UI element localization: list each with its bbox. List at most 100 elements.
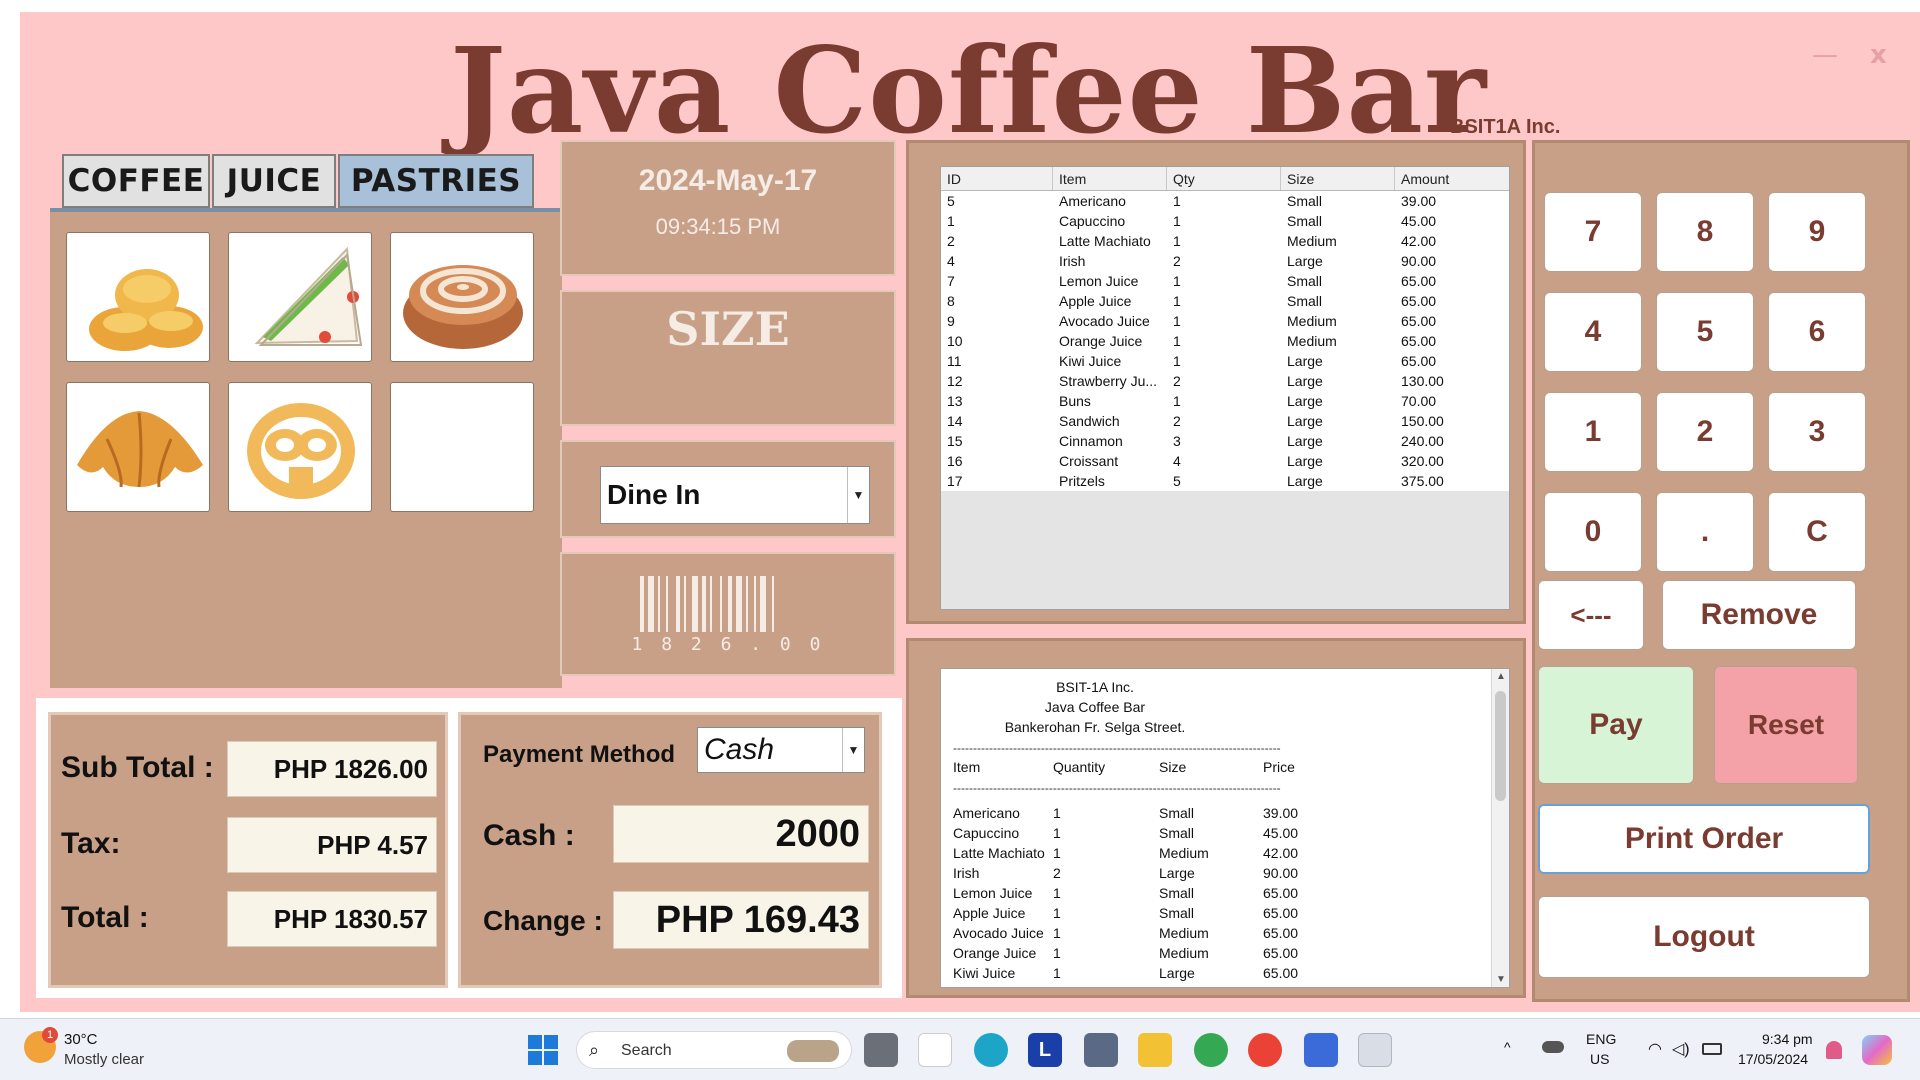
cell-qty: 5 — [1173, 473, 1181, 489]
cinnamon-roll-item[interactable] — [390, 232, 534, 362]
keypad-key-c[interactable]: C — [1768, 492, 1866, 572]
tab-coffee[interactable]: COFFEE — [62, 154, 210, 208]
cell-amount: 375.00 — [1401, 473, 1444, 489]
receipt-header-price: Price — [1263, 759, 1295, 775]
wifi-icon[interactable]: ◠ — [1648, 1039, 1662, 1059]
receipt-scrollbar[interactable]: ▲ ▼ — [1491, 669, 1509, 987]
table-row[interactable]: 9 Avocado Juice 1 Medium 65.00 — [941, 311, 1509, 331]
file-explorer-icon[interactable] — [1138, 1033, 1172, 1067]
keypad-key-1[interactable]: 1 — [1544, 392, 1642, 472]
cash-input[interactable]: 2000 — [613, 805, 869, 863]
order-type-select[interactable]: Dine In ▼ — [600, 466, 870, 524]
dropdown-arrow-icon: ▼ — [842, 728, 864, 772]
battery-icon[interactable] — [1702, 1043, 1722, 1055]
print-order-button[interactable]: Print Order — [1538, 804, 1870, 874]
table-row[interactable]: 5 Americano 1 Small 39.00 — [941, 191, 1509, 211]
weather-temp[interactable]: 30°C — [64, 1031, 98, 1048]
edge-icon[interactable] — [974, 1033, 1008, 1067]
tab-pastries[interactable]: PASTRIES — [338, 154, 534, 208]
table-row[interactable]: 2 Latte Machiato 1 Medium 42.00 — [941, 231, 1509, 251]
clock-date[interactable]: 17/05/2024 — [1738, 1051, 1808, 1067]
table-row[interactable]: 15 Cinnamon 3 Large 240.00 — [941, 431, 1509, 451]
buns-item[interactable] — [66, 232, 210, 362]
empty-item-slot[interactable] — [390, 382, 534, 512]
volume-icon[interactable]: ◁) — [1672, 1039, 1690, 1059]
category-tabs: COFFEE JUICE PASTRIES — [50, 152, 562, 212]
table-row[interactable]: 11 Kiwi Juice 1 Large 65.00 — [941, 351, 1509, 371]
tab-juice[interactable]: JUICE — [212, 154, 336, 208]
minimize-button[interactable]: — — [1812, 40, 1838, 70]
logout-button[interactable]: Logout — [1538, 896, 1870, 978]
chrome-icon[interactable] — [1194, 1033, 1228, 1067]
scroll-thumb[interactable] — [1495, 691, 1506, 801]
header-item[interactable]: Item — [1053, 167, 1167, 190]
sandwich-item[interactable] — [228, 232, 372, 362]
cell-amount: 150.00 — [1401, 413, 1444, 429]
header-id[interactable]: ID — [941, 167, 1053, 190]
croissant-item[interactable] — [66, 382, 210, 512]
cell-size: Small — [1287, 193, 1323, 209]
keypad-key-2[interactable]: 2 — [1656, 392, 1754, 472]
netbeans-icon[interactable] — [1304, 1033, 1338, 1067]
orders-table[interactable]: ID Item Qty Size Amount 5 Americano 1 Small… — [940, 166, 1510, 610]
keypad-key-5[interactable]: 5 — [1656, 292, 1754, 372]
table-row[interactable]: 8 Apple Juice 1 Small 65.00 — [941, 291, 1509, 311]
table-row[interactable]: 14 Sandwich 2 Large 150.00 — [941, 411, 1509, 431]
cell-item: Orange Juice — [1059, 333, 1143, 349]
windows-start-icon[interactable] — [528, 1035, 558, 1065]
scroll-down-icon[interactable]: ▼ — [1496, 974, 1506, 985]
table-row[interactable]: 1 Capuccino 1 Small 45.00 — [941, 211, 1509, 231]
keypad-key-6[interactable]: 6 — [1768, 292, 1866, 372]
weather-desc[interactable]: Mostly clear — [64, 1051, 144, 1068]
keypad-key-dot[interactable]: . — [1656, 492, 1754, 572]
cell-size: Small — [1287, 213, 1323, 229]
header-size[interactable]: Size — [1281, 167, 1395, 190]
notification-bell-icon[interactable] — [1826, 1041, 1842, 1059]
remove-button[interactable]: Remove — [1662, 580, 1856, 650]
language-us[interactable]: US — [1590, 1051, 1609, 1067]
table-row[interactable]: 13 Buns 1 Large 70.00 — [941, 391, 1509, 411]
camera-icon[interactable] — [1084, 1033, 1118, 1067]
clock-time[interactable]: 9:34 pm — [1762, 1031, 1813, 1047]
taskbar-search[interactable]: ⌕ Search — [576, 1031, 852, 1069]
table-row[interactable]: 10 Orange Juice 1 Medium 65.00 — [941, 331, 1509, 351]
table-row[interactable]: 12 Strawberry Ju... 2 Large 130.00 — [941, 371, 1509, 391]
copilot-icon[interactable] — [1862, 1035, 1892, 1065]
pay-button[interactable]: Pay — [1538, 666, 1694, 784]
barcode-bar — [728, 576, 732, 632]
keypad-key-9[interactable]: 9 — [1768, 192, 1866, 272]
store-icon[interactable] — [918, 1033, 952, 1067]
keypad-key-8[interactable]: 8 — [1656, 192, 1754, 272]
keypad-key-3[interactable]: 3 — [1768, 392, 1866, 472]
subtotal-label: Sub Total : — [61, 751, 214, 784]
cell-id: 16 — [947, 453, 963, 469]
receipt-cell: Small — [1159, 805, 1195, 821]
cell-id: 8 — [947, 293, 955, 309]
language-eng[interactable]: ENG — [1586, 1031, 1616, 1047]
keypad-key-4[interactable]: 4 — [1544, 292, 1642, 372]
task-view-icon[interactable] — [864, 1033, 898, 1067]
onedrive-icon[interactable] — [1542, 1041, 1564, 1053]
java-icon[interactable] — [1358, 1033, 1392, 1067]
payment-method-select[interactable]: Cash ▼ — [697, 727, 865, 773]
close-button[interactable]: x — [1870, 40, 1887, 70]
l-app-icon[interactable]: L — [1028, 1033, 1062, 1067]
keypad-key-7[interactable]: 7 — [1544, 192, 1642, 272]
reset-button[interactable]: Reset — [1714, 666, 1858, 784]
receipt-preview: BSIT-1A Inc. Java Coffee Bar Bankerohan … — [940, 668, 1510, 988]
header-qty[interactable]: Qty — [1167, 167, 1281, 190]
table-row[interactable]: 7 Lemon Juice 1 Small 65.00 — [941, 271, 1509, 291]
show-hidden-icons[interactable]: ^ — [1504, 1039, 1511, 1055]
app-title: Java Coffee Bar — [450, 21, 1488, 160]
table-row[interactable]: 4 Irish 2 Large 90.00 — [941, 251, 1509, 271]
keypad-key-0[interactable]: 0 — [1544, 492, 1642, 572]
header-amount[interactable]: Amount — [1395, 167, 1509, 190]
barcode-bar — [702, 576, 706, 632]
cell-amount: 39.00 — [1401, 193, 1437, 209]
table-row[interactable]: 17 Pritzels 5 Large 375.00 — [941, 471, 1509, 491]
chrome-profile-icon[interactable] — [1248, 1033, 1282, 1067]
backspace-button[interactable]: <--- — [1538, 580, 1644, 650]
pretzel-item[interactable] — [228, 382, 372, 512]
scroll-up-icon[interactable]: ▲ — [1496, 671, 1506, 682]
table-row[interactable]: 16 Croissant 4 Large 320.00 — [941, 451, 1509, 471]
